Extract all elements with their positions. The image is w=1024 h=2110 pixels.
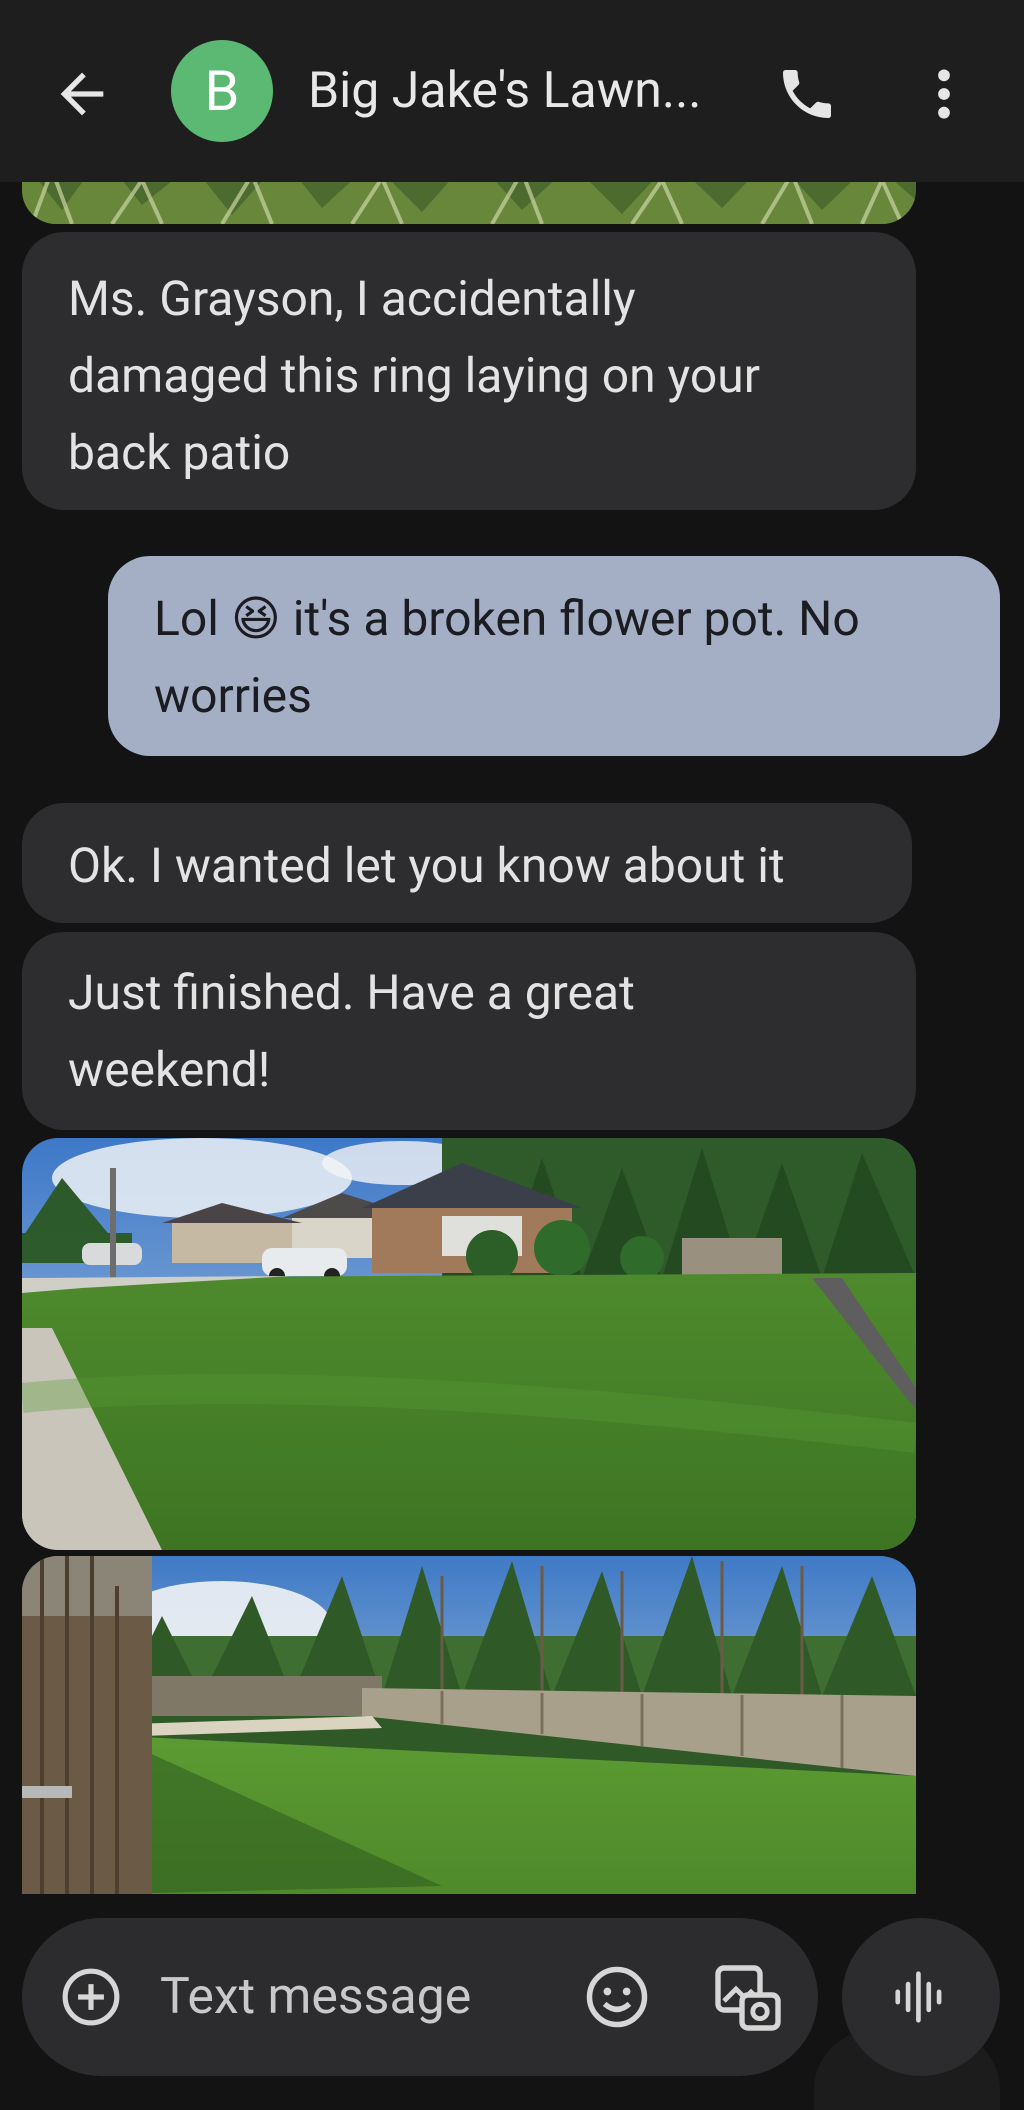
message-text: it's a broken flower pot. No — [280, 590, 860, 647]
message-text-line: Lol 😆 it's a broken flower pot. No — [154, 580, 954, 657]
back-arrow-icon — [60, 72, 104, 116]
incoming-message-bubble[interactable]: Ms. Grayson, I accidentally damaged this… — [22, 232, 916, 510]
emoji-button[interactable] — [584, 1964, 650, 2030]
laughing-emoji: 😆 — [230, 590, 281, 647]
message-image[interactable] — [22, 1556, 916, 1894]
gallery-button[interactable] — [712, 1962, 784, 2034]
message-text: Lol — [154, 590, 231, 647]
more-vert-icon — [938, 69, 950, 119]
message-text-line: back patio — [68, 424, 291, 481]
outgoing-message-bubble[interactable]: Lol 😆 it's a broken flower pot. No worri… — [108, 556, 1000, 756]
front-lawn-photo — [22, 1138, 916, 1550]
message-composer: Text message — [22, 1918, 818, 2076]
message-text-line: damaged this ring laying on your — [68, 347, 760, 404]
message-text-line: Just finished. Have a great — [68, 964, 635, 1021]
message-text-line: worries — [154, 667, 312, 724]
contact-name[interactable]: Big Jake's Lawn... — [308, 58, 701, 124]
incoming-message-bubble[interactable]: Ok. I wanted let you know about it — [22, 803, 912, 923]
message-image[interactable] — [22, 1138, 916, 1550]
message-text-line: Ms. Grayson, I accidentally — [68, 270, 636, 327]
voice-message-button[interactable] — [842, 1918, 1000, 2076]
call-button[interactable] — [775, 62, 839, 126]
add-circle-icon — [62, 1968, 120, 2026]
text-message-input[interactable]: Text message — [160, 1958, 471, 2036]
message-text-line: weekend! — [68, 1041, 271, 1098]
emoji-icon — [586, 1966, 648, 2028]
phone-icon — [783, 70, 831, 118]
back-yard-photo — [22, 1556, 916, 1894]
message-text-line: Ok. I wanted let you know about it — [68, 837, 785, 894]
voice-waveform-icon — [895, 1971, 942, 2023]
gallery-icon — [715, 1965, 781, 2031]
back-button[interactable] — [50, 62, 114, 126]
more-options-button[interactable] — [920, 62, 968, 126]
conversation-header: B Big Jake's Lawn... — [0, 0, 1024, 182]
incoming-message-bubble[interactable]: Just finished. Have a great weekend! — [22, 932, 916, 1130]
contact-avatar[interactable]: B — [171, 40, 273, 142]
attach-button[interactable] — [60, 1966, 122, 2028]
